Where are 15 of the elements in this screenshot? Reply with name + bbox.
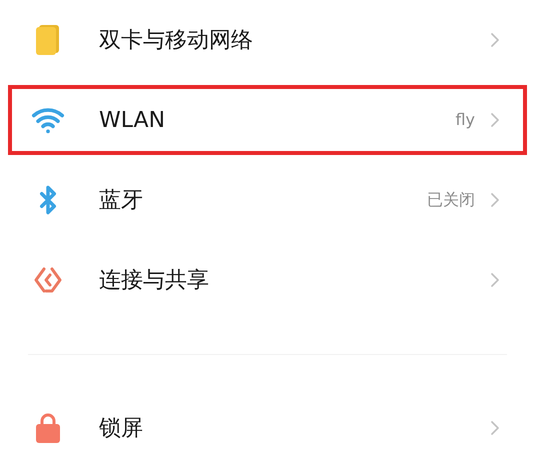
- item-label: 蓝牙: [99, 186, 144, 214]
- item-label: WLAN: [99, 106, 166, 134]
- settings-item[interactable]: 锁屏: [8, 393, 527, 452]
- settings-item[interactable]: 蓝牙 已关闭: [8, 165, 527, 235]
- lock-icon: [35, 413, 61, 443]
- settings-item[interactable]: 双卡与移动网络: [8, 5, 527, 75]
- item-value: 已关闭: [427, 189, 475, 211]
- settings-item[interactable]: WLAN fly: [8, 85, 527, 155]
- share-icon: [33, 266, 63, 294]
- item-label: 连接与共享: [99, 266, 210, 294]
- item-label: 双卡与移动网络: [99, 26, 254, 54]
- item-value: fly: [455, 109, 475, 131]
- item-label: 锁屏: [99, 414, 144, 442]
- sim-card-icon: [35, 25, 61, 55]
- settings-item[interactable]: 连接与共享: [8, 245, 527, 315]
